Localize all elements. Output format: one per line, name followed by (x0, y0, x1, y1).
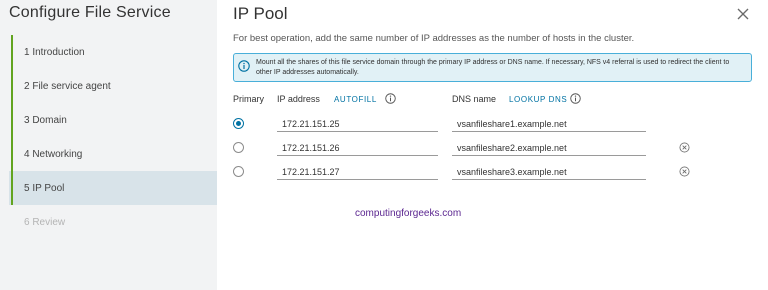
dns-name-column-header: DNS name (452, 94, 497, 104)
primary-column-header: Primary (233, 94, 264, 104)
dns-name-input[interactable] (452, 162, 646, 180)
lookup-dns-button[interactable]: LOOKUP DNS (509, 95, 567, 104)
page-title: IP Pool (233, 4, 288, 23)
alert-text: Mount all the shares of this file servic… (256, 59, 730, 76)
ip-address-input[interactable] (277, 138, 438, 156)
autofill-button[interactable]: AUTOFILL (334, 95, 377, 104)
step-review: 6 Review (9, 205, 217, 239)
wizard-title: Configure File Service (9, 4, 171, 21)
remove-circle-icon[interactable] (679, 166, 690, 177)
step-domain[interactable]: 3 Domain (9, 103, 217, 137)
ip-pool-row (217, 112, 768, 136)
step-ip-pool[interactable]: 5 IP Pool (9, 171, 217, 205)
ip-address-input[interactable] (277, 114, 438, 132)
step-file-service-agent[interactable]: 2 File service agent (9, 69, 217, 103)
wizard-sidebar: Configure File Service 1 Introduction 2 … (0, 0, 217, 290)
info-circle-icon[interactable] (385, 93, 396, 104)
ip-address-column-header: IP address (277, 94, 320, 104)
step-label: 1 Introduction (24, 46, 85, 58)
dns-name-input[interactable] (452, 138, 646, 156)
info-circle-icon[interactable] (570, 93, 581, 104)
step-label: 5 IP Pool (24, 182, 65, 194)
step-label: 3 Domain (24, 114, 67, 126)
ip-address-input[interactable] (277, 162, 438, 180)
step-introduction[interactable]: 1 Introduction (9, 35, 217, 69)
step-label: 4 Networking (24, 148, 83, 160)
close-icon (737, 8, 749, 20)
info-circle-icon (238, 60, 250, 72)
primary-radio[interactable] (233, 118, 244, 129)
primary-radio[interactable] (233, 166, 244, 177)
watermark-text: computingforgeeks.com (355, 208, 462, 219)
page-description: For best operation, add the same number … (233, 33, 635, 44)
step-networking[interactable]: 4 Networking (9, 137, 217, 171)
main-panel: IP Pool For best operation, add the same… (217, 0, 768, 290)
wizard-steps: 1 Introduction 2 File service agent 3 Do… (9, 35, 217, 239)
ip-pool-row (217, 160, 768, 184)
step-label: 2 File service agent (24, 80, 111, 92)
ip-pool-row (217, 136, 768, 160)
close-button[interactable] (735, 6, 751, 22)
primary-radio[interactable] (233, 142, 244, 153)
step-label: 6 Review (24, 216, 66, 228)
dns-name-input[interactable] (452, 114, 646, 132)
remove-circle-icon[interactable] (679, 142, 690, 153)
info-alert: Mount all the shares of this file servic… (233, 53, 752, 82)
